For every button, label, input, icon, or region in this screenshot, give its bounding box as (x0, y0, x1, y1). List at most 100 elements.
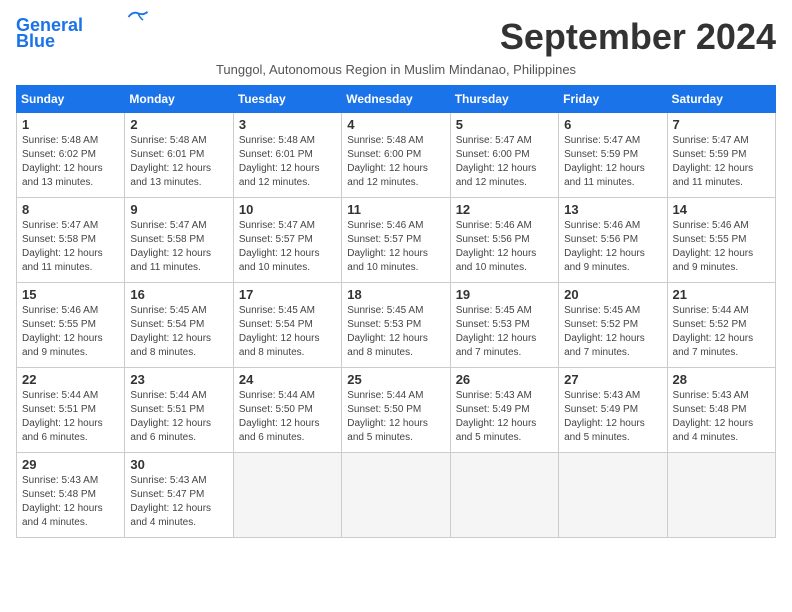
day-number: 28 (673, 372, 770, 387)
day-info: Sunrise: 5:44 AM Sunset: 5:52 PM Dayligh… (673, 304, 770, 360)
calendar-cell: 30 Sunrise: 5:43 AM Sunset: 5:47 PM Dayl… (125, 453, 233, 538)
calendar-cell: 26 Sunrise: 5:43 AM Sunset: 5:49 PM Dayl… (450, 368, 558, 453)
calendar-week-3: 15 Sunrise: 5:46 AM Sunset: 5:55 PM Dayl… (17, 283, 776, 368)
calendar-cell: 6 Sunrise: 5:47 AM Sunset: 5:59 PM Dayli… (559, 113, 667, 198)
day-number: 2 (130, 117, 227, 132)
calendar-cell: 3 Sunrise: 5:48 AM Sunset: 6:01 PM Dayli… (233, 113, 341, 198)
day-info: Sunrise: 5:44 AM Sunset: 5:50 PM Dayligh… (347, 389, 444, 445)
month-title: September 2024 (500, 16, 776, 58)
logo-blue-text: Blue (16, 32, 55, 52)
calendar-cell: 12 Sunrise: 5:46 AM Sunset: 5:56 PM Dayl… (450, 198, 558, 283)
calendar-cell: 15 Sunrise: 5:46 AM Sunset: 5:55 PM Dayl… (17, 283, 125, 368)
calendar-cell: 4 Sunrise: 5:48 AM Sunset: 6:00 PM Dayli… (342, 113, 450, 198)
calendar-cell (667, 453, 775, 538)
day-number: 19 (456, 287, 553, 302)
day-number: 29 (22, 457, 119, 472)
weekday-header-sunday: Sunday (17, 86, 125, 113)
weekday-header-tuesday: Tuesday (233, 86, 341, 113)
day-number: 27 (564, 372, 661, 387)
day-info: Sunrise: 5:48 AM Sunset: 6:01 PM Dayligh… (130, 134, 227, 190)
calendar-table: SundayMondayTuesdayWednesdayThursdayFrid… (16, 85, 776, 538)
day-info: Sunrise: 5:44 AM Sunset: 5:51 PM Dayligh… (130, 389, 227, 445)
day-info: Sunrise: 5:43 AM Sunset: 5:48 PM Dayligh… (22, 474, 119, 530)
day-number: 9 (130, 202, 227, 217)
calendar-week-5: 29 Sunrise: 5:43 AM Sunset: 5:48 PM Dayl… (17, 453, 776, 538)
calendar-week-2: 8 Sunrise: 5:47 AM Sunset: 5:58 PM Dayli… (17, 198, 776, 283)
calendar-cell: 1 Sunrise: 5:48 AM Sunset: 6:02 PM Dayli… (17, 113, 125, 198)
day-number: 20 (564, 287, 661, 302)
weekday-header-friday: Friday (559, 86, 667, 113)
day-info: Sunrise: 5:44 AM Sunset: 5:51 PM Dayligh… (22, 389, 119, 445)
calendar-cell: 2 Sunrise: 5:48 AM Sunset: 6:01 PM Dayli… (125, 113, 233, 198)
calendar-cell (559, 453, 667, 538)
day-number: 3 (239, 117, 336, 132)
day-number: 7 (673, 117, 770, 132)
calendar-cell: 25 Sunrise: 5:44 AM Sunset: 5:50 PM Dayl… (342, 368, 450, 453)
day-number: 6 (564, 117, 661, 132)
weekday-header-monday: Monday (125, 86, 233, 113)
day-info: Sunrise: 5:45 AM Sunset: 5:54 PM Dayligh… (239, 304, 336, 360)
calendar-cell: 9 Sunrise: 5:47 AM Sunset: 5:58 PM Dayli… (125, 198, 233, 283)
day-number: 16 (130, 287, 227, 302)
calendar-cell: 18 Sunrise: 5:45 AM Sunset: 5:53 PM Dayl… (342, 283, 450, 368)
day-info: Sunrise: 5:46 AM Sunset: 5:56 PM Dayligh… (564, 219, 661, 275)
day-number: 15 (22, 287, 119, 302)
day-number: 11 (347, 202, 444, 217)
day-info: Sunrise: 5:45 AM Sunset: 5:53 PM Dayligh… (456, 304, 553, 360)
day-info: Sunrise: 5:46 AM Sunset: 5:55 PM Dayligh… (673, 219, 770, 275)
day-number: 22 (22, 372, 119, 387)
day-info: Sunrise: 5:45 AM Sunset: 5:54 PM Dayligh… (130, 304, 227, 360)
day-info: Sunrise: 5:47 AM Sunset: 5:59 PM Dayligh… (673, 134, 770, 190)
day-number: 14 (673, 202, 770, 217)
calendar-week-4: 22 Sunrise: 5:44 AM Sunset: 5:51 PM Dayl… (17, 368, 776, 453)
weekday-header-thursday: Thursday (450, 86, 558, 113)
calendar-cell: 20 Sunrise: 5:45 AM Sunset: 5:52 PM Dayl… (559, 283, 667, 368)
weekday-header-saturday: Saturday (667, 86, 775, 113)
day-info: Sunrise: 5:48 AM Sunset: 6:02 PM Dayligh… (22, 134, 119, 190)
day-number: 13 (564, 202, 661, 217)
calendar-cell: 14 Sunrise: 5:46 AM Sunset: 5:55 PM Dayl… (667, 198, 775, 283)
subtitle: Tunggol, Autonomous Region in Muslim Min… (16, 62, 776, 77)
day-number: 30 (130, 457, 227, 472)
calendar-cell (233, 453, 341, 538)
day-number: 26 (456, 372, 553, 387)
calendar-cell: 13 Sunrise: 5:46 AM Sunset: 5:56 PM Dayl… (559, 198, 667, 283)
day-info: Sunrise: 5:48 AM Sunset: 6:01 PM Dayligh… (239, 134, 336, 190)
day-info: Sunrise: 5:46 AM Sunset: 5:56 PM Dayligh… (456, 219, 553, 275)
day-info: Sunrise: 5:48 AM Sunset: 6:00 PM Dayligh… (347, 134, 444, 190)
day-number: 10 (239, 202, 336, 217)
day-number: 23 (130, 372, 227, 387)
logo: General Blue (16, 16, 149, 52)
day-info: Sunrise: 5:44 AM Sunset: 5:50 PM Dayligh… (239, 389, 336, 445)
calendar-cell: 22 Sunrise: 5:44 AM Sunset: 5:51 PM Dayl… (17, 368, 125, 453)
day-info: Sunrise: 5:47 AM Sunset: 5:59 PM Dayligh… (564, 134, 661, 190)
calendar-cell: 21 Sunrise: 5:44 AM Sunset: 5:52 PM Dayl… (667, 283, 775, 368)
day-info: Sunrise: 5:43 AM Sunset: 5:48 PM Dayligh… (673, 389, 770, 445)
logo-bird-icon (127, 9, 149, 25)
day-info: Sunrise: 5:47 AM Sunset: 5:58 PM Dayligh… (130, 219, 227, 275)
header: General Blue September 2024 (16, 16, 776, 58)
day-info: Sunrise: 5:45 AM Sunset: 5:53 PM Dayligh… (347, 304, 444, 360)
calendar-cell: 28 Sunrise: 5:43 AM Sunset: 5:48 PM Dayl… (667, 368, 775, 453)
day-info: Sunrise: 5:47 AM Sunset: 5:57 PM Dayligh… (239, 219, 336, 275)
calendar-cell: 17 Sunrise: 5:45 AM Sunset: 5:54 PM Dayl… (233, 283, 341, 368)
calendar-cell: 29 Sunrise: 5:43 AM Sunset: 5:48 PM Dayl… (17, 453, 125, 538)
calendar-cell: 7 Sunrise: 5:47 AM Sunset: 5:59 PM Dayli… (667, 113, 775, 198)
day-number: 4 (347, 117, 444, 132)
day-number: 12 (456, 202, 553, 217)
day-info: Sunrise: 5:43 AM Sunset: 5:47 PM Dayligh… (130, 474, 227, 530)
calendar-cell: 5 Sunrise: 5:47 AM Sunset: 6:00 PM Dayli… (450, 113, 558, 198)
day-info: Sunrise: 5:46 AM Sunset: 5:57 PM Dayligh… (347, 219, 444, 275)
calendar-cell: 24 Sunrise: 5:44 AM Sunset: 5:50 PM Dayl… (233, 368, 341, 453)
day-number: 1 (22, 117, 119, 132)
day-info: Sunrise: 5:45 AM Sunset: 5:52 PM Dayligh… (564, 304, 661, 360)
day-number: 5 (456, 117, 553, 132)
calendar-cell (342, 453, 450, 538)
day-info: Sunrise: 5:47 AM Sunset: 6:00 PM Dayligh… (456, 134, 553, 190)
calendar-cell: 27 Sunrise: 5:43 AM Sunset: 5:49 PM Dayl… (559, 368, 667, 453)
day-number: 24 (239, 372, 336, 387)
calendar-cell (450, 453, 558, 538)
day-number: 25 (347, 372, 444, 387)
calendar-cell: 10 Sunrise: 5:47 AM Sunset: 5:57 PM Dayl… (233, 198, 341, 283)
day-number: 17 (239, 287, 336, 302)
